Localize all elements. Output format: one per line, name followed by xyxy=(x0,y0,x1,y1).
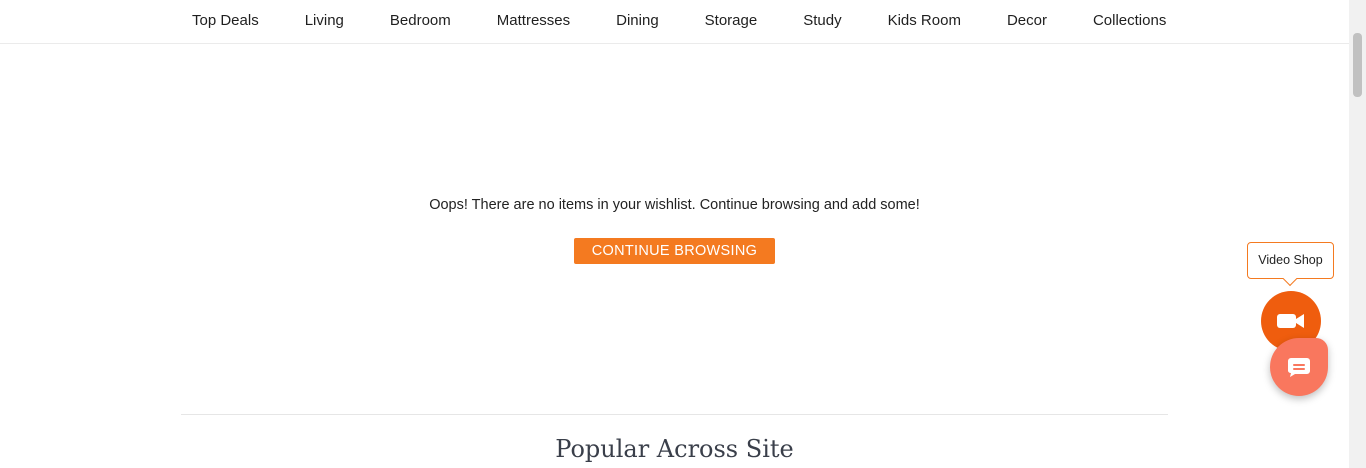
nav-item-mattresses[interactable]: Mattresses xyxy=(474,12,593,29)
nav-item-living[interactable]: Living xyxy=(282,12,367,29)
tooltip-arrow xyxy=(1282,271,1298,287)
chat-bubble-icon xyxy=(1288,358,1310,377)
continue-browsing-button[interactable]: CONTINUE BROWSING xyxy=(574,238,775,264)
chat-button[interactable] xyxy=(1270,338,1328,396)
popular-section-title: Popular Across Site xyxy=(555,435,794,463)
scrollbar-thumb[interactable] xyxy=(1353,33,1362,97)
video-shop-tooltip[interactable]: Video Shop xyxy=(1247,242,1334,287)
nav-item-bedroom[interactable]: Bedroom xyxy=(367,12,474,29)
nav-item-collections[interactable]: Collections xyxy=(1070,12,1189,29)
nav-item-kids-room[interactable]: Kids Room xyxy=(865,12,984,29)
nav-item-study[interactable]: Study xyxy=(780,12,864,29)
category-nav-list: Top Deals Living Bedroom Mattresses Dini… xyxy=(169,0,1189,40)
category-navbar: Top Deals Living Bedroom Mattresses Dini… xyxy=(0,0,1349,44)
nav-item-dining[interactable]: Dining xyxy=(593,12,682,29)
nav-item-storage[interactable]: Storage xyxy=(682,12,781,29)
section-divider xyxy=(181,414,1168,415)
video-shop-label: Video Shop xyxy=(1258,253,1323,267)
video-camera-icon xyxy=(1277,314,1304,328)
nav-item-decor[interactable]: Decor xyxy=(984,12,1070,29)
nav-item-top-deals[interactable]: Top Deals xyxy=(169,12,282,29)
page-scrollbar[interactable] xyxy=(1349,0,1366,468)
wishlist-page: Top Deals Living Bedroom Mattresses Dini… xyxy=(0,0,1366,468)
empty-wishlist-message: Oops! There are no items in your wishlis… xyxy=(429,197,920,213)
